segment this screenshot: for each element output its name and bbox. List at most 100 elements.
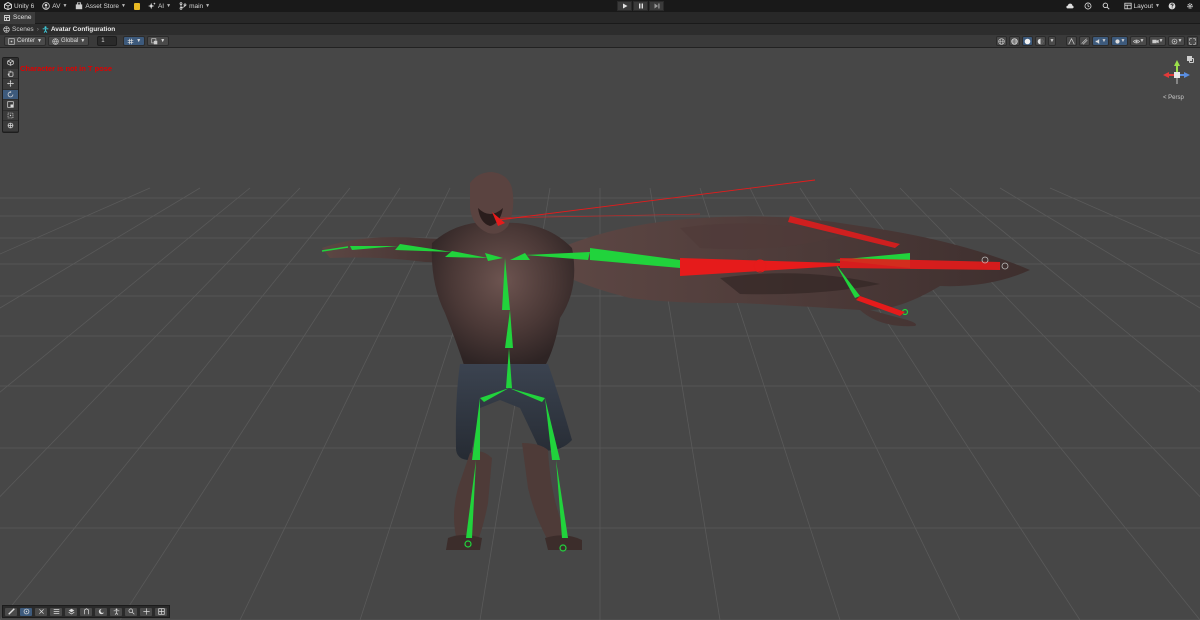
play-button[interactable] — [617, 1, 632, 11]
visibility-dropdown[interactable]: ▼ — [1130, 36, 1147, 46]
grid-snapping-toggle[interactable]: ▼ — [123, 36, 146, 46]
wireframe-shading-button[interactable] — [996, 36, 1007, 46]
chevron-down-icon: ▼ — [121, 3, 126, 9]
lighting-toggle[interactable] — [1079, 36, 1090, 46]
account-icon — [42, 2, 50, 10]
maximize-button[interactable] — [1187, 36, 1198, 46]
move-tool-button[interactable] — [3, 79, 18, 89]
asset-store-dropdown[interactable]: Asset Store ▼ — [71, 0, 130, 12]
scene-viewport[interactable] — [0, 48, 1200, 620]
overlay-tool-9[interactable] — [124, 606, 138, 617]
branch-icon — [179, 2, 187, 10]
unity-version-label: Unity 6 — [14, 2, 35, 10]
chevron-down-icon: ▼ — [37, 38, 42, 44]
play-icon — [622, 3, 627, 9]
projection-toggle[interactable]: < Persp — [1163, 95, 1184, 101]
settings-button[interactable] — [1182, 0, 1200, 12]
tool-options-dropdown[interactable] — [3, 58, 18, 68]
overlay-tool-8[interactable] — [109, 606, 123, 617]
handle-space-dropdown[interactable]: Global ▼ — [47, 36, 90, 46]
step-button[interactable] — [649, 1, 664, 11]
layout-dropdown[interactable]: Layout ▼ — [1120, 0, 1164, 12]
help-button[interactable] — [1164, 0, 1182, 12]
breadcrumb-avatar-configuration[interactable]: Avatar Configuration — [39, 26, 118, 33]
character-mesh[interactable] — [322, 172, 1030, 550]
pause-icon — [638, 3, 643, 9]
unlit-sphere-icon — [1037, 38, 1044, 44]
scene-view-options: ▼ ▼ ▼ ▼ ▼ ▼ — [996, 36, 1198, 46]
shaded-wireframe-button[interactable] — [1009, 36, 1020, 46]
orientation-gizmo[interactable] — [1163, 56, 1192, 84]
tab-scene[interactable]: Scene — [0, 11, 36, 24]
pivot-mode-dropdown[interactable]: Center ▼ — [4, 36, 46, 46]
incremental-snap-dropdown[interactable]: ▼ — [147, 36, 170, 46]
pivot-center-icon — [8, 37, 15, 45]
gizmos-dropdown[interactable]: ▼ — [1168, 36, 1185, 46]
overlay-tool-1[interactable] — [4, 606, 18, 617]
overlay-tool-5[interactable] — [64, 606, 78, 617]
chevron-down-icon: ▼ — [1177, 38, 1183, 44]
orbit-icon — [23, 608, 29, 615]
chevron-down-icon: ▼ — [1139, 38, 1145, 44]
magnifier-icon — [128, 608, 135, 615]
unlit-button[interactable] — [1035, 36, 1046, 46]
breadcrumb-scenes[interactable]: Scenes — [0, 26, 37, 33]
overlay-tool-6[interactable] — [79, 606, 93, 617]
overlay-tool-2[interactable] — [19, 606, 33, 617]
list-icon — [53, 609, 59, 614]
overlay-tool-7[interactable] — [94, 606, 108, 617]
transform-tool-button[interactable] — [3, 121, 18, 131]
draw-mode-dropdown[interactable]: ▼ — [1048, 36, 1056, 46]
t-pose-warning: Character is not in T pose — [20, 64, 113, 73]
overlay-tool-3[interactable] — [34, 606, 48, 617]
layers-icon — [68, 608, 74, 615]
cube-icon — [7, 59, 14, 66]
scene-view-toolbar: Center ▼ Global ▼ 1 ▼ ▼ ▼ ▼ ▼ ▼ ▼ ▼ — [0, 35, 1200, 48]
audio-toggle[interactable]: ▼ — [1092, 36, 1109, 46]
eye-icon — [1132, 39, 1140, 43]
gizmo-lock-icon[interactable] — [1189, 58, 1194, 63]
scale-tool-button[interactable] — [3, 100, 18, 110]
overlay-tool-11[interactable] — [154, 606, 168, 617]
camera-settings-dropdown[interactable]: ▼ — [1149, 36, 1166, 46]
ai-sparkle-icon — [147, 2, 156, 10]
grid-tool-icon — [157, 608, 165, 615]
branch-label: main — [189, 2, 204, 10]
snap-increment-field[interactable]: 1 — [97, 36, 118, 46]
pause-button[interactable] — [633, 1, 648, 11]
gear-icon — [1187, 3, 1193, 9]
account-label: AV — [52, 2, 61, 10]
scale-icon — [7, 101, 14, 108]
breadcrumb-current-label: Avatar Configuration — [50, 26, 116, 33]
breadcrumb: Scenes › Avatar Configuration — [0, 24, 1200, 35]
unity-menu[interactable]: Unity 6 — [0, 0, 38, 12]
history-button[interactable] — [1080, 0, 1098, 12]
layout-label: Layout — [1133, 2, 1154, 10]
overlay-tool-4[interactable] — [49, 606, 63, 617]
overlay-tool-10[interactable] — [139, 606, 153, 617]
history-icon — [1084, 2, 1091, 10]
shaded-button[interactable] — [1022, 36, 1033, 46]
rotate-tool-button[interactable] — [3, 89, 18, 99]
rect-tool-button[interactable] — [3, 110, 18, 120]
search-button[interactable] — [1098, 0, 1116, 12]
ai-label: AI — [157, 2, 165, 10]
2d-toggle[interactable] — [1066, 36, 1077, 46]
cloud-button[interactable] — [1062, 0, 1080, 12]
notification-button[interactable] — [130, 0, 144, 12]
camera-icon — [1151, 39, 1159, 43]
effects-dropdown[interactable]: ▼ — [1111, 36, 1128, 46]
step-icon — [654, 3, 659, 9]
chevron-down-icon: ▼ — [205, 3, 211, 9]
view-tool-button[interactable] — [3, 68, 18, 78]
halfmoon-icon — [98, 608, 105, 615]
chevron-down-icon: ▼ — [166, 3, 172, 9]
scene-canvas[interactable] — [0, 48, 1200, 620]
move-icon — [7, 80, 14, 87]
chevron-down-icon: ▼ — [160, 38, 166, 44]
account-dropdown[interactable]: AV ▼ — [38, 0, 71, 12]
ai-dropdown[interactable]: AI ▼ — [144, 0, 175, 12]
branch-dropdown[interactable]: main ▼ — [175, 0, 214, 12]
chevron-down-icon: ▼ — [1101, 38, 1107, 44]
2d-icon — [1068, 37, 1075, 44]
